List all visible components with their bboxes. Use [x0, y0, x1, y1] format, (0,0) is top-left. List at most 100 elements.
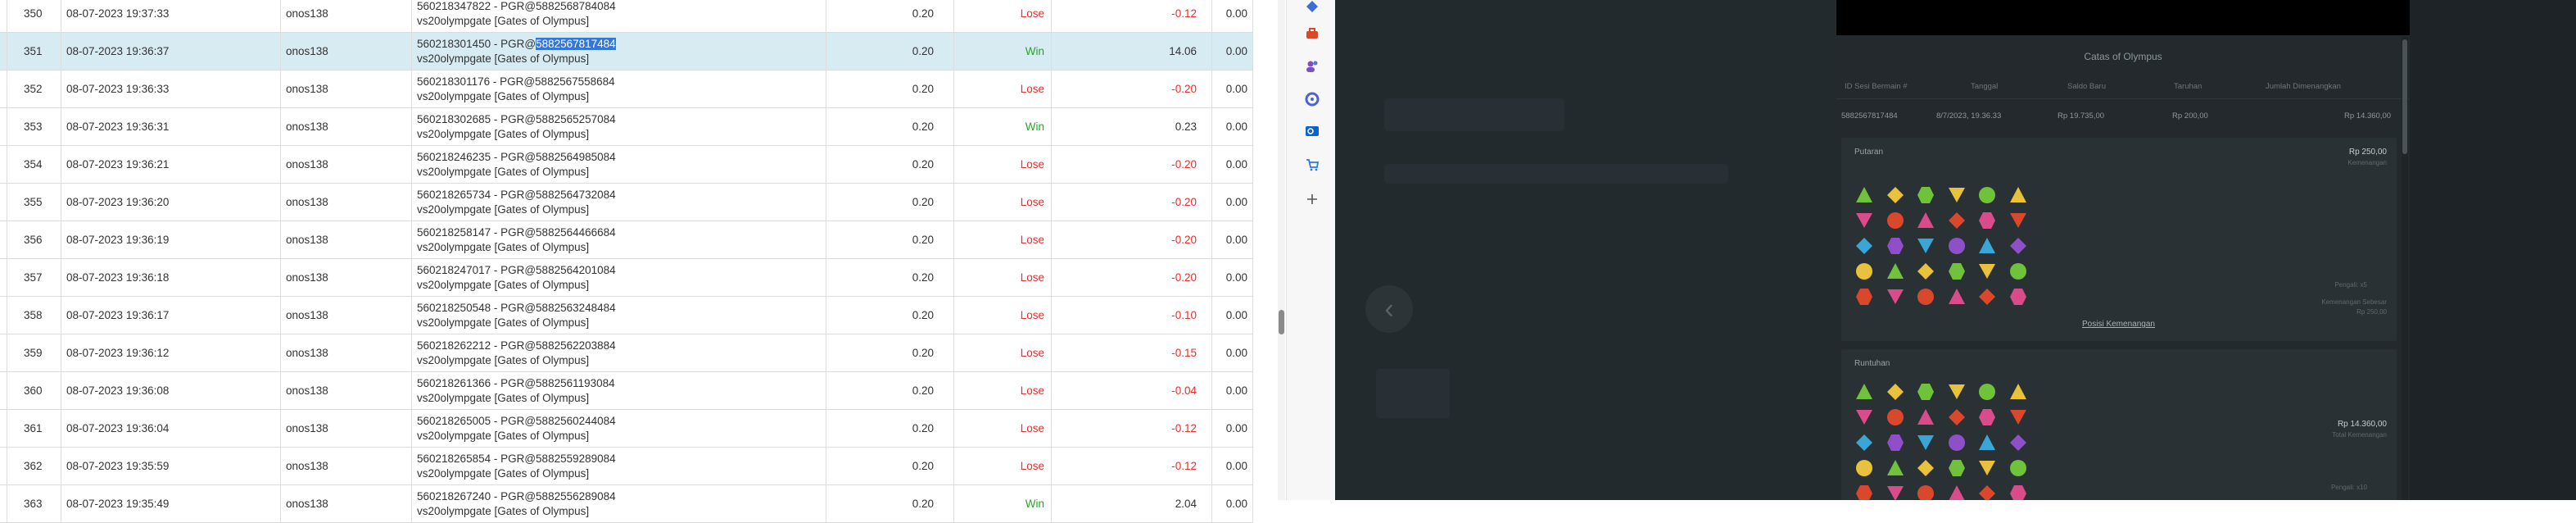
row-bet: 0.20 [826, 146, 954, 183]
table-scrollbar[interactable] [1278, 0, 1285, 500]
row-username: onos138 [281, 0, 412, 32]
row-datetime: 08-07-2023 19:36:04 [61, 410, 281, 447]
row-description[interactable]: 560218246235 - PGR@5882564985084 vs20olym… [412, 146, 826, 183]
description-line: 560218347822 - PGR@5882568784084 [417, 0, 616, 12]
table-row[interactable]: 352 08-07-2023 19:36:33 onos138 56021830117… [0, 70, 1253, 108]
row-username: onos138 [281, 334, 412, 371]
row-profit-loss: -0.20 [1052, 184, 1212, 221]
row-number: 354 [7, 146, 61, 183]
row-description[interactable]: 560218301176 - PGR@5882567558684 vs20olym… [412, 70, 826, 107]
row-number: 358 [7, 297, 61, 334]
row-datetime: 08-07-2023 19:36:37 [61, 33, 281, 70]
gem-symbol-icon [2009, 485, 2026, 500]
row-description[interactable]: 560218265734 - PGR@5882564732084 vs20olym… [412, 184, 826, 221]
row-number: 360 [7, 372, 61, 409]
gem-symbol-icon [1948, 384, 1965, 399]
gem-symbol-icon [1886, 409, 1904, 425]
description-line: 560218267240 - PGR@5882556289084 [417, 489, 616, 503]
table-row[interactable]: 357 08-07-2023 19:36:18 onos138 56021824701… [0, 259, 1253, 297]
outlook-icon[interactable] [1305, 124, 1320, 139]
diamond-icon[interactable] [1305, 0, 1320, 15]
row-result: Lose [954, 0, 1052, 32]
game-name: vs20olympgate [Gates of Olympus] [417, 316, 590, 329]
gem-symbol-icon [1917, 460, 1934, 476]
placeholder-block [1376, 369, 1450, 418]
gem-symbol-icon [1948, 289, 1965, 304]
row-username: onos138 [281, 485, 412, 522]
row-profit-loss: -0.15 [1052, 334, 1212, 371]
row-description[interactable]: 560218262212 - PGR@5882562203884 vs20olym… [412, 334, 826, 371]
row-username: onos138 [281, 221, 412, 258]
row-result: Lose [954, 146, 1052, 183]
gem-symbol-icon [1886, 384, 1904, 400]
description-line: 560218265854 - PGR@5882559289084 [417, 452, 616, 465]
circle-app-icon[interactable] [1305, 92, 1320, 107]
row-description[interactable]: 560218261366 - PGR@5882561193084 vs20olym… [412, 372, 826, 409]
row-description[interactable]: 560218258147 - PGR@5882564466684 vs20olym… [412, 221, 826, 258]
table-scrollbar-thumb[interactable] [1279, 310, 1284, 334]
row-profit-loss: -0.20 [1052, 221, 1212, 258]
table-row[interactable]: 362 08-07-2023 19:35:59 onos138 56021826585… [0, 448, 1253, 485]
table-row[interactable]: 363 08-07-2023 19:35:49 onos138 56021826724… [0, 485, 1253, 523]
spin-value: Rp 250,00 [2348, 148, 2387, 157]
gem-symbol-icon [2009, 238, 2026, 254]
modal-scrollbar-thumb[interactable] [2402, 39, 2407, 154]
summary-bet: Rp 200,00 [2172, 111, 2208, 121]
modal-top-bar [1836, 0, 2410, 35]
table-row[interactable]: 353 08-07-2023 19:36:31 onos138 56021830268… [0, 108, 1253, 146]
gem-symbol-icon [2009, 289, 2026, 305]
spin-win-label: Kemenangan Sebesar [2321, 298, 2387, 306]
plus-icon[interactable] [1305, 192, 1320, 207]
game-name: vs20olympgate [Gates of Olympus] [417, 52, 590, 65]
back-button[interactable]: ‹ [1365, 285, 1413, 333]
row-username: onos138 [281, 108, 412, 145]
cart-icon[interactable] [1305, 157, 1320, 172]
row-datetime: 08-07-2023 19:36:17 [61, 297, 281, 334]
table-row[interactable]: 350 08-07-2023 19:37:33 onos138 56021834782… [0, 0, 1253, 33]
row-description[interactable]: 560218250548 - PGR@5882563248484 vs20olym… [412, 297, 826, 334]
gem-symbol-icon [1979, 384, 1995, 400]
row-datetime: 08-07-2023 19:36:08 [61, 372, 281, 409]
row-username: onos138 [281, 410, 412, 447]
row-description[interactable]: 560218267240 - PGR@5882556289084 vs20olym… [412, 485, 826, 522]
table-row[interactable]: 356 08-07-2023 19:36:19 onos138 56021825814… [0, 221, 1253, 259]
users-icon[interactable] [1305, 59, 1320, 74]
row-profit-loss: -0.04 [1052, 372, 1212, 409]
row-extra: 0.00 [1212, 70, 1253, 107]
gem-symbol-icon [1979, 238, 1995, 253]
row-number: 355 [7, 184, 61, 221]
table-row[interactable]: 360 08-07-2023 19:36:08 onos138 56021826136… [0, 372, 1253, 410]
table-row[interactable]: 359 08-07-2023 19:36:12 onos138 56021826221… [0, 334, 1253, 372]
row-bet: 0.20 [826, 297, 954, 334]
toolbox-icon[interactable] [1305, 26, 1320, 41]
selected-text-highlight: 5882567817484 [536, 37, 616, 50]
winning-position-link[interactable]: Posisi Kemenangan [2082, 320, 2155, 329]
table-row[interactable]: 355 08-07-2023 19:36:20 onos138 56021826573… [0, 184, 1253, 221]
spin-multiplier: Pengali: x5 [2334, 281, 2367, 289]
gem-symbol-icon [1979, 409, 1995, 425]
table-row[interactable]: 361 08-07-2023 19:36:04 onos138 56021826500… [0, 410, 1253, 448]
description-line: 560218262212 - PGR@5882562203884 [417, 339, 616, 352]
game-name: vs20olympgate [Gates of Olympus] [417, 89, 590, 102]
row-description[interactable]: 560218302685 - PGR@5882565257084 vs20olym… [412, 108, 826, 145]
row-description[interactable]: 560218301450 - PGR@5882567817484 vs20olym… [412, 33, 826, 70]
game-name: vs20olympgate [Gates of Olympus] [417, 429, 590, 442]
row-description[interactable]: 560218347822 - PGR@5882568784084 vs20olym… [412, 0, 826, 32]
table-row[interactable]: 354 08-07-2023 19:36:21 onos138 56021824623… [0, 146, 1253, 184]
game-name: vs20olympgate [Gates of Olympus] [417, 391, 590, 404]
table-row[interactable]: 351 08-07-2023 19:36:37 onos138 56021830145… [0, 33, 1253, 70]
gem-symbol-icon [1886, 238, 1904, 254]
game-name: vs20olympgate [Gates of Olympus] [417, 466, 590, 480]
gem-symbol-icon [1948, 460, 1965, 476]
game-name: vs20olympgate [Gates of Olympus] [417, 165, 590, 178]
summary-win: Rp 14.360,00 [2344, 111, 2392, 121]
row-description[interactable]: 560218265854 - PGR@5882559289084 vs20olym… [412, 448, 826, 484]
gem-symbol-icon [1917, 409, 1934, 425]
gem-symbol-icon [2009, 213, 2026, 228]
row-description[interactable]: 560218265005 - PGR@5882560244084 vs20olym… [412, 410, 826, 447]
gem-symbol-icon [1856, 187, 1872, 202]
row-description[interactable]: 560218247017 - PGR@5882564201084 vs20olym… [412, 259, 826, 296]
table-row[interactable]: 358 08-07-2023 19:36:17 onos138 56021825054… [0, 297, 1253, 334]
gem-symbol-icon [1856, 238, 1872, 254]
row-number: 350 [7, 0, 61, 32]
